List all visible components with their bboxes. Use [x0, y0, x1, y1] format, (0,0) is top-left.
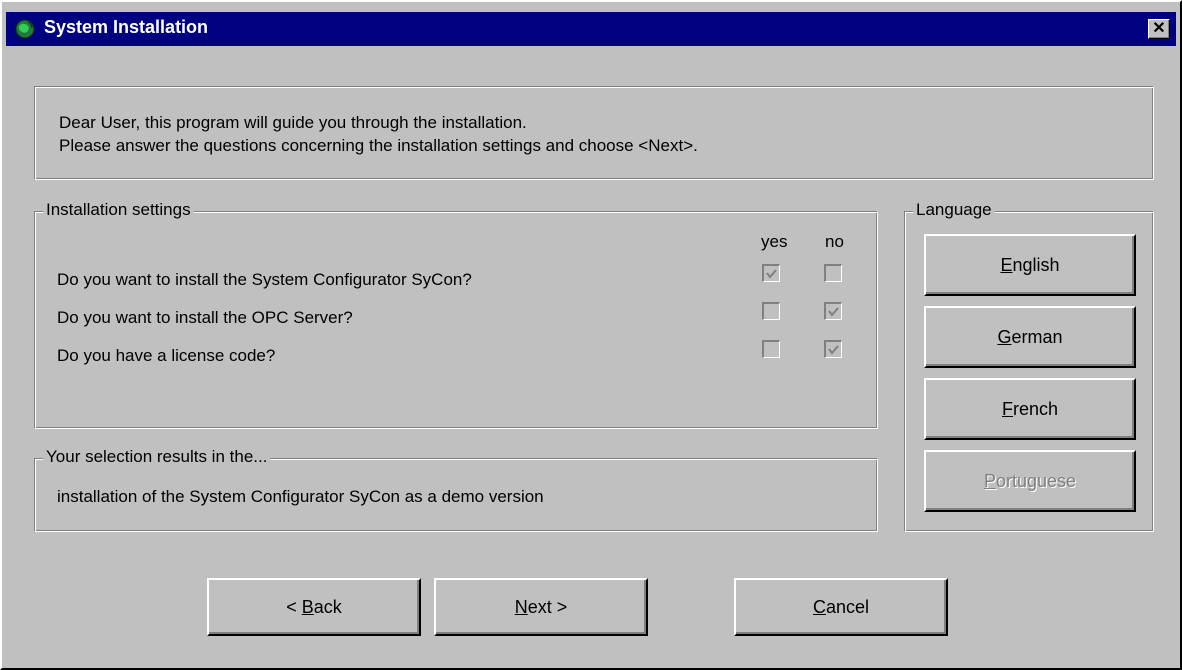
close-icon: ✕ [1152, 20, 1166, 37]
yes-column-header: yes [761, 232, 788, 251]
intro-panel: Dear User, this program will guide you t… [34, 86, 1154, 180]
sycon-no-checkbox[interactable] [824, 264, 842, 282]
question-license-code: Do you have a license code? [57, 346, 276, 365]
french-button-label: French [1001, 398, 1059, 419]
checkmark-icon [828, 345, 839, 355]
next-button[interactable]: Next > [434, 578, 648, 636]
installation-settings-legend: Installation settings [43, 200, 194, 220]
no-column-header: no [825, 232, 844, 251]
intro-line-1: Dear User, this program will guide you t… [59, 113, 527, 132]
cancel-button-label: Cancel [812, 596, 870, 617]
title-bar[interactable]: System Installation ✕ [6, 12, 1176, 46]
french-button[interactable]: French [924, 378, 1136, 440]
close-button[interactable]: ✕ [1148, 19, 1170, 39]
installer-window: System Installation ✕ Dear User, this pr… [0, 0, 1182, 670]
opc-yes-checkbox[interactable] [762, 302, 780, 320]
installation-settings-group: Installation settings yes no Do you want… [34, 200, 878, 429]
language-legend: Language [913, 200, 995, 220]
next-button-label: Next > [514, 596, 568, 617]
german-button[interactable]: German [924, 306, 1136, 368]
window-title: System Installation [44, 17, 209, 37]
question-sycon: Do you want to install the System Config… [57, 270, 472, 289]
back-button[interactable]: < Back [207, 578, 421, 636]
english-button[interactable]: English [924, 234, 1136, 296]
german-button-label: German [997, 326, 1063, 347]
license-no-checkbox[interactable] [824, 340, 842, 358]
selection-result-text: installation of the System Configurator … [57, 487, 544, 506]
english-button-label: English [1000, 254, 1060, 275]
checkmark-icon [828, 307, 839, 317]
portuguese-button: Portuguese [924, 450, 1136, 512]
sycon-yes-checkbox[interactable] [762, 264, 780, 282]
checkmark-icon [766, 269, 777, 279]
question-opc-server: Do you want to install the OPC Server? [57, 308, 353, 327]
license-yes-checkbox[interactable] [762, 340, 780, 358]
intro-line-2: Please answer the questions concerning t… [59, 136, 698, 155]
opc-no-checkbox[interactable] [824, 302, 842, 320]
cancel-button[interactable]: Cancel [734, 578, 948, 636]
back-button-label: < Back [286, 596, 342, 617]
selection-result-legend: Your selection results in the... [43, 447, 271, 467]
portuguese-button-label: Portuguese [983, 470, 1077, 491]
globe-icon [14, 18, 36, 40]
selection-result-group: Your selection results in the... install… [34, 447, 878, 532]
